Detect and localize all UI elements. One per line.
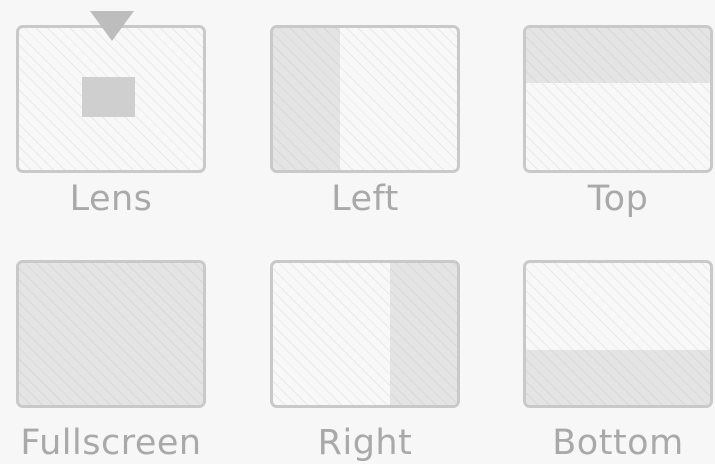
bottom-preview-thumbnail xyxy=(523,260,713,408)
layout-option-top[interactable]: Top xyxy=(523,25,713,245)
fullscreen-preview-thumbnail xyxy=(16,260,206,408)
bottom-panel-region xyxy=(526,350,710,405)
left-preview-thumbnail xyxy=(270,25,460,173)
right-preview-thumbnail xyxy=(270,260,460,408)
left-panel-region xyxy=(273,28,340,170)
layout-option-label: Right xyxy=(317,423,413,463)
right-panel-region xyxy=(390,263,457,405)
layout-option-label: Top xyxy=(587,179,649,219)
fullscreen-panel-region xyxy=(19,263,203,405)
layout-option-label: Lens xyxy=(69,179,153,219)
lens-pointer-icon xyxy=(90,11,134,41)
layout-option-fullscreen[interactable]: Fullscreen xyxy=(16,260,206,464)
layout-option-right[interactable]: Right xyxy=(270,260,460,464)
top-preview-thumbnail xyxy=(523,25,713,173)
layout-option-bottom[interactable]: Bottom xyxy=(523,260,713,464)
layout-option-left[interactable]: Left xyxy=(270,25,460,245)
lens-magnifier-square xyxy=(82,77,135,117)
layout-option-label: Bottom xyxy=(552,423,684,463)
layout-option-label: Fullscreen xyxy=(20,423,202,463)
lens-preview-thumbnail xyxy=(16,25,206,173)
layout-option-lens[interactable]: Lens xyxy=(16,11,206,245)
top-panel-region xyxy=(526,28,710,83)
layout-option-label: Left xyxy=(331,179,399,219)
